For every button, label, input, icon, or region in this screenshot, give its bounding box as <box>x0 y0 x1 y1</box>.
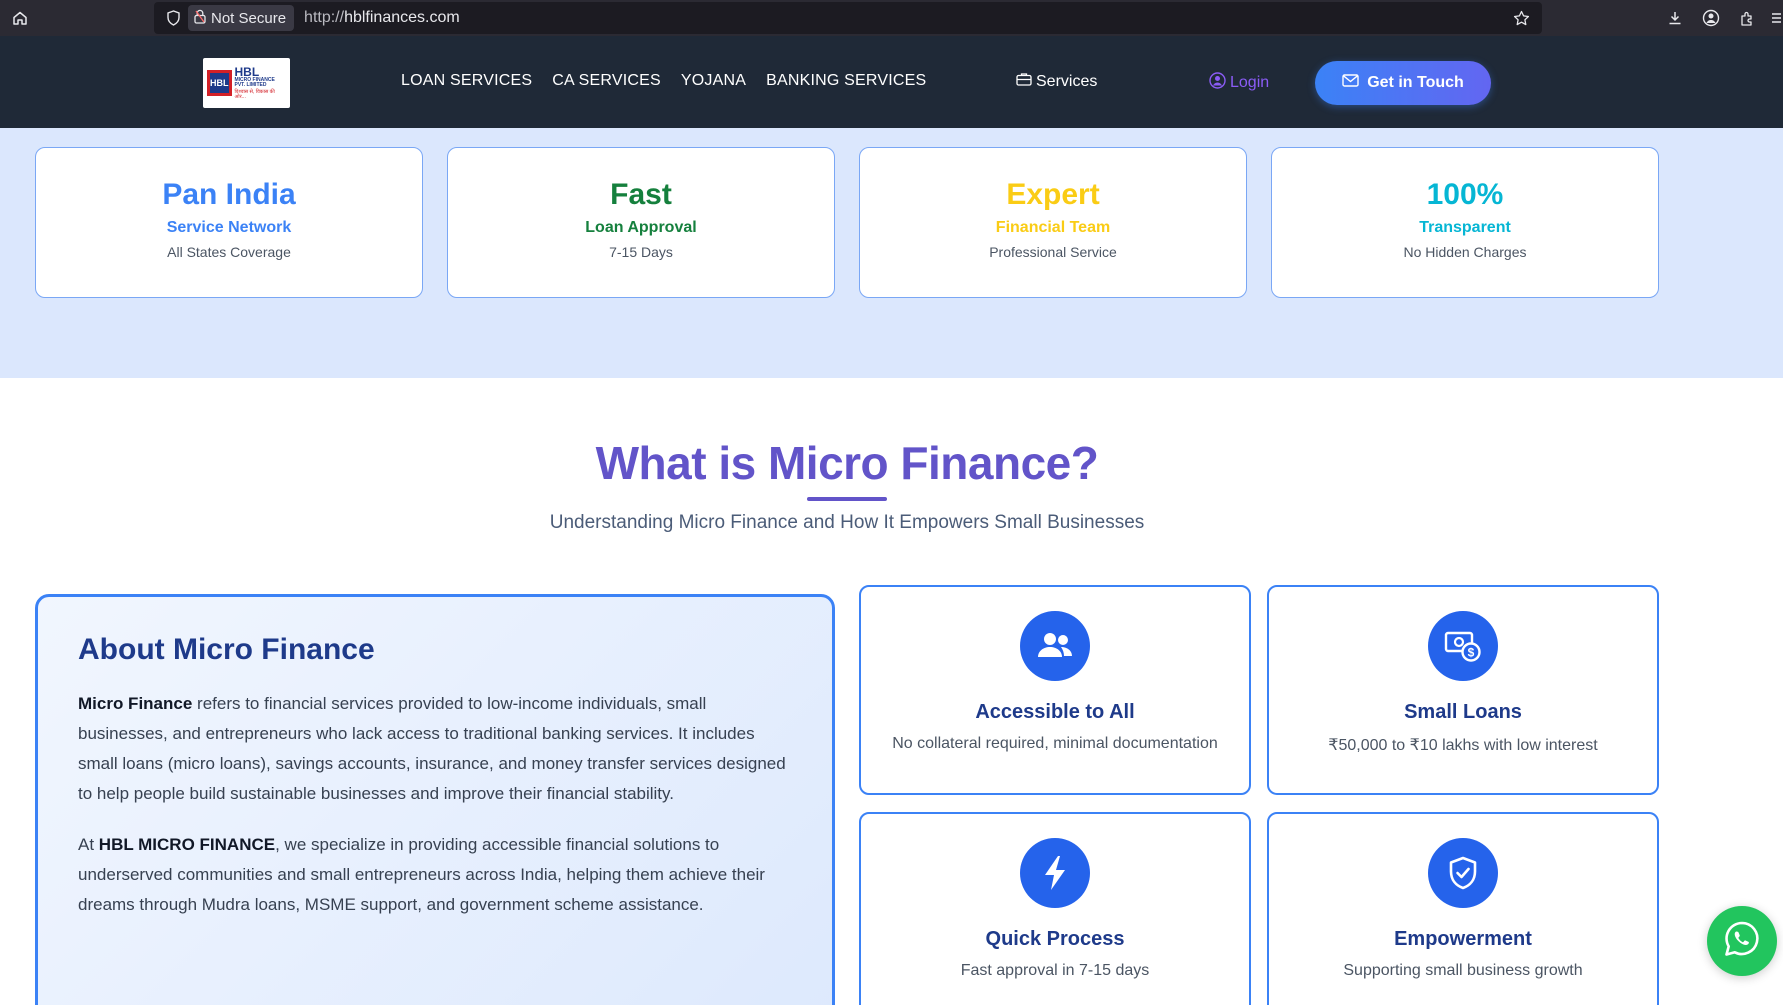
download-icon[interactable] <box>1663 6 1687 30</box>
browser-toolbar: Not Secure http://hblfinances.com <box>0 0 1783 36</box>
account-icon[interactable] <box>1699 6 1723 30</box>
about-p2-start: At <box>78 835 99 854</box>
about-micro-finance-card: About Micro Finance Micro Finance refers… <box>35 594 835 1005</box>
briefcase-icon <box>1016 72 1032 91</box>
stats-section: Pan India Service Network All States Cov… <box>0 128 1783 378</box>
bookmark-star-icon[interactable] <box>1510 7 1532 29</box>
envelope-icon <box>1342 74 1359 92</box>
whatsapp-icon <box>1723 920 1761 963</box>
section-title: What is Micro Finance? <box>595 437 1099 489</box>
feature-description: ₹50,000 to ₹10 lakhs with low interest <box>1328 737 1598 754</box>
services-link[interactable]: Services <box>1016 72 1097 91</box>
title-underline <box>807 497 887 501</box>
money-icon: $ <box>1428 611 1498 681</box>
logo-mark: HBL <box>207 70 232 96</box>
login-label: Login <box>1230 74 1270 91</box>
feature-card-small-loans: $ Small Loans ₹50,000 to ₹10 lakhs with … <box>1267 585 1659 795</box>
stat-caption: No Hidden Charges <box>1403 244 1527 260</box>
stat-value: Expert <box>1006 178 1100 211</box>
site-navbar: HBL HBL MICRO FINANCE PVT. LIMITED विश्व… <box>0 36 1783 128</box>
user-circle-icon <box>1209 72 1226 94</box>
services-label: Services <box>1036 72 1098 90</box>
url-text[interactable]: http://hblfinances.com <box>304 9 460 27</box>
stat-card-pan-india: Pan India Service Network All States Cov… <box>35 147 423 298</box>
stat-label: Service Network <box>166 219 292 236</box>
logo-subtitle: MICRO FINANCE PVT. LIMITED <box>234 77 275 88</box>
feature-description: Supporting small business growth <box>1343 962 1583 979</box>
nav-link-loan-services[interactable]: LOAN SERVICES <box>401 72 532 90</box>
about-paragraph-2: At HBL MICRO FINANCE, we specialize in p… <box>78 830 792 920</box>
feature-card-quick-process: Quick Process Fast approval in 7-15 days <box>859 812 1251 1005</box>
about-company-name: HBL MICRO FINANCE <box>98 835 276 854</box>
login-link[interactable]: Login <box>1209 72 1269 94</box>
feature-description: Fast approval in 7-15 days <box>960 962 1150 979</box>
feature-title: Small Loans <box>1404 701 1522 723</box>
bolt-icon <box>1020 838 1090 908</box>
about-title: About Micro Finance <box>78 633 375 666</box>
stat-caption: 7-15 Days <box>609 244 673 260</box>
url-prefix: http:// <box>304 9 345 26</box>
feature-title: Quick Process <box>985 928 1125 950</box>
nav-links: LOAN SERVICES CA SERVICES YOJANA BANKING… <box>401 72 926 90</box>
feature-card-accessible: Accessible to All No collateral required… <box>859 585 1251 795</box>
shield-check-icon <box>1428 838 1498 908</box>
users-icon <box>1020 611 1090 681</box>
svg-text:$: $ <box>1468 646 1475 660</box>
section-subtitle: Understanding Micro Finance and How It E… <box>549 512 1145 533</box>
nav-link-ca-services[interactable]: CA SERVICES <box>552 72 661 90</box>
security-label: Not Secure <box>211 9 287 27</box>
menu-icon[interactable] <box>1771 6 1781 30</box>
stat-value: Fast <box>610 178 672 211</box>
feature-title: Accessible to All <box>975 701 1135 723</box>
home-icon[interactable] <box>8 6 32 30</box>
stat-value: 100% <box>1426 178 1504 211</box>
logo-tagline: विश्वास से, विकास की ओर... <box>234 89 275 100</box>
nav-link-yojana[interactable]: YOJANA <box>681 72 746 90</box>
whatsapp-chat-button[interactable] <box>1707 906 1777 976</box>
stat-card-expert: Expert Financial Team Professional Servi… <box>859 147 1247 298</box>
shield-icon[interactable] <box>162 7 184 29</box>
get-in-touch-button[interactable]: Get in Touch <box>1315 61 1491 105</box>
stat-card-transparent: 100% Transparent No Hidden Charges <box>1271 147 1659 298</box>
feature-title: Empowerment <box>1394 928 1532 950</box>
stat-label: Transparent <box>1419 219 1511 236</box>
stat-card-fast: Fast Loan Approval 7-15 Days <box>447 147 835 298</box>
url-domain: hblfinances.com <box>344 9 460 26</box>
about-term: Micro Finance <box>78 694 193 713</box>
stat-label: Loan Approval <box>585 219 697 236</box>
stat-caption: All States Coverage <box>167 244 291 260</box>
company-logo[interactable]: HBL HBL MICRO FINANCE PVT. LIMITED विश्व… <box>203 58 290 108</box>
not-secure-badge[interactable]: Not Secure <box>188 5 295 31</box>
extensions-icon[interactable] <box>1735 6 1759 30</box>
feature-card-empowerment: Empowerment Supporting small business gr… <box>1267 812 1659 1005</box>
stat-caption: Professional Service <box>989 244 1117 260</box>
lock-warning-icon <box>194 9 206 28</box>
get-in-touch-label: Get in Touch <box>1367 74 1464 91</box>
stat-label: Financial Team <box>995 219 1111 236</box>
url-bar[interactable]: Not Secure http://hblfinances.com <box>154 2 1542 34</box>
feature-description: No collateral required, minimal document… <box>892 735 1218 752</box>
about-paragraph-1: Micro Finance refers to financial servic… <box>78 689 792 809</box>
nav-link-banking-services[interactable]: BANKING SERVICES <box>766 72 926 90</box>
stat-value: Pan India <box>162 178 296 211</box>
